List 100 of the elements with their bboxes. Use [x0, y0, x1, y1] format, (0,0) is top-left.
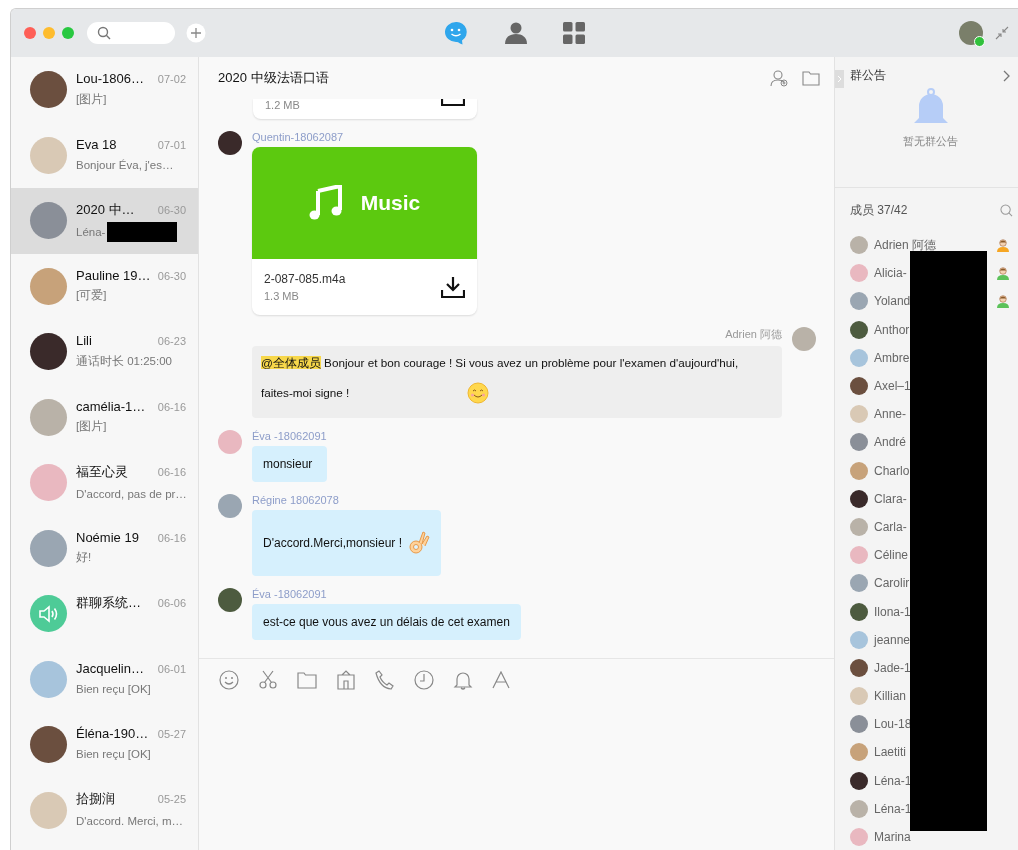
chevron-right-icon[interactable] — [1003, 69, 1011, 82]
ok-hand-emoji-icon — [408, 530, 430, 556]
bell-icon[interactable] — [453, 670, 473, 690]
member-item[interactable]: Céline — [835, 541, 1018, 570]
person-icon[interactable] — [504, 21, 528, 45]
avatar-photo — [850, 405, 868, 424]
scissors-icon[interactable] — [258, 670, 278, 690]
close-button[interactable] — [24, 27, 36, 39]
conversation-time: 06-23 — [157, 335, 186, 348]
avatar-photo — [850, 602, 868, 621]
member-item[interactable]: Ambre — [835, 343, 1018, 372]
avatar-photo — [850, 489, 868, 508]
clock-icon[interactable] — [414, 670, 434, 690]
conversation-time: 06-30 — [157, 269, 186, 282]
avatar-photo — [850, 799, 868, 818]
conversation-item[interactable]: Lou-1806… 07-02 [图片] — [11, 57, 198, 123]
conversation-name: 福至心灵 — [76, 462, 128, 481]
member-item[interactable]: Léna-1 — [835, 766, 1018, 795]
member-item[interactable]: Ilona-1 — [835, 597, 1018, 626]
phone-icon[interactable] — [375, 670, 395, 690]
avatar-photo — [850, 377, 868, 396]
zoom-button[interactable] — [62, 27, 74, 39]
avatar-photo — [850, 574, 868, 593]
member-item[interactable]: Léna-1 — [835, 794, 1018, 823]
chat-title: 2020 中级法语口语 — [218, 69, 329, 87]
conversation-item[interactable]: 2020 中… 06-30 Léna- — [11, 188, 198, 254]
file-card[interactable]: Music 2-087-085.m4a 1.3 MB — [252, 147, 477, 315]
avatar-photo — [850, 658, 868, 677]
avatar-photo — [30, 136, 67, 174]
member-item[interactable]: Laetiti — [835, 738, 1018, 767]
admin-badge-icon — [996, 266, 1010, 281]
profile-avatar[interactable] — [959, 21, 983, 45]
folder-icon[interactable] — [297, 671, 317, 689]
member-item[interactable]: André — [835, 428, 1018, 457]
screenshot-icon[interactable] — [336, 670, 356, 690]
member-item[interactable]: Charlo — [835, 456, 1018, 485]
search-icon — [97, 26, 111, 40]
conversation-item[interactable]: 群聊系统… 06-06 — [11, 581, 198, 647]
member-name: Céline — [874, 548, 910, 563]
banner-title: Music — [360, 191, 421, 215]
member-name: Marina — [874, 830, 912, 845]
member-item[interactable]: Marina — [835, 822, 1018, 850]
conversation-item[interactable]: Eva 18 07-01 Bonjour Éva, j'es… — [11, 122, 198, 188]
member-name: Jade-1 — [874, 660, 912, 675]
conversation-item[interactable]: 福至心灵 06-16 D'accord, pas de pr… — [11, 450, 198, 516]
shrink-icon[interactable] — [995, 26, 1009, 40]
member-item[interactable]: Anne- — [835, 400, 1018, 429]
member-name: Adrien 阿德 — [874, 236, 938, 254]
avatar-photo — [218, 588, 242, 612]
download-icon[interactable] — [441, 99, 465, 107]
conversation-time: 07-02 — [157, 73, 186, 86]
file-card[interactable]: 1.2 MB — [253, 99, 477, 119]
add-icon[interactable] — [186, 23, 206, 43]
conversation-name: Jacquelin… — [76, 660, 144, 676]
avatar-photo — [850, 348, 868, 367]
conversation-item[interactable]: Noémie 19 06-16 好! — [11, 515, 198, 581]
member-item[interactable]: Carolir — [835, 569, 1018, 598]
member-name: Laetiti — [874, 745, 908, 760]
search-field[interactable] — [87, 22, 175, 44]
conversation-name: 2020 中… — [76, 200, 135, 219]
avatar-photo — [850, 687, 868, 706]
online-dot — [974, 36, 985, 47]
conversation-item[interactable]: 拾捌润 05-25 D'accord. Merci, m… — [11, 777, 198, 843]
conversation-time: 07-01 — [157, 138, 186, 151]
message-preview: D'accord, pas de pr… — [76, 487, 187, 500]
search-icon[interactable] — [1000, 204, 1013, 217]
collapse-handle-icon[interactable] — [835, 70, 844, 88]
sender-name: Adrien 阿德 — [725, 327, 782, 342]
conversation-time: 05-25 — [157, 793, 186, 806]
conversation-item[interactable]: Pauline 19… 06-30 [可爱] — [11, 253, 198, 319]
member-item[interactable]: Clara- — [835, 484, 1018, 513]
member-item[interactable]: Carla- — [835, 512, 1018, 542]
message-text: @全体成员 Bonjour et bon courage ! Si vous avez un problème pour l'examen d'aujourd'hui, faites-moi signe ! — [261, 355, 740, 401]
conversation-item[interactable]: Éléna-190… 05-27 Bien reçu [OK] — [11, 712, 198, 778]
avatar-photo — [850, 546, 868, 565]
conversation-item[interactable]: Lili 06-23 通话时长 01:25:00 — [11, 319, 198, 385]
member-name: Ambre — [874, 350, 911, 365]
smiling-emoji-icon — [467, 382, 489, 404]
member-item[interactable]: jeanne — [835, 625, 1018, 654]
apps-grid-icon[interactable] — [563, 22, 585, 44]
avatar-photo — [30, 660, 67, 698]
announcement-title: 群公告 — [850, 67, 886, 84]
message-text: est-ce que vous avez un délais de cet examen — [263, 614, 510, 630]
member-item[interactable]: Lou-18 — [835, 710, 1018, 739]
member-item[interactable]: Killian — [835, 682, 1018, 711]
download-icon[interactable] — [441, 275, 465, 299]
conversation-name: 群聊系统… — [76, 593, 141, 612]
conversation-item[interactable]: Jacquelin… 06-01 Bien reçu [OK] — [11, 646, 198, 712]
emoji-icon[interactable] — [219, 670, 239, 690]
avatar-photo — [850, 715, 868, 734]
folder-icon[interactable] — [802, 70, 820, 86]
message-preview: 通话时长 01:25:00 — [76, 353, 172, 369]
font-icon[interactable] — [492, 671, 510, 689]
member-item[interactable]: Axel–1 — [835, 371, 1018, 401]
member-item[interactable]: Anthor — [835, 315, 1018, 344]
member-item[interactable]: Jade-1 — [835, 653, 1018, 682]
conversation-name: Lou-1806… — [76, 71, 144, 87]
add-member-icon[interactable] — [770, 69, 788, 87]
conversation-item[interactable]: camélia-1… 06-16 [图片] — [11, 384, 198, 450]
chat-icon[interactable] — [443, 20, 469, 46]
